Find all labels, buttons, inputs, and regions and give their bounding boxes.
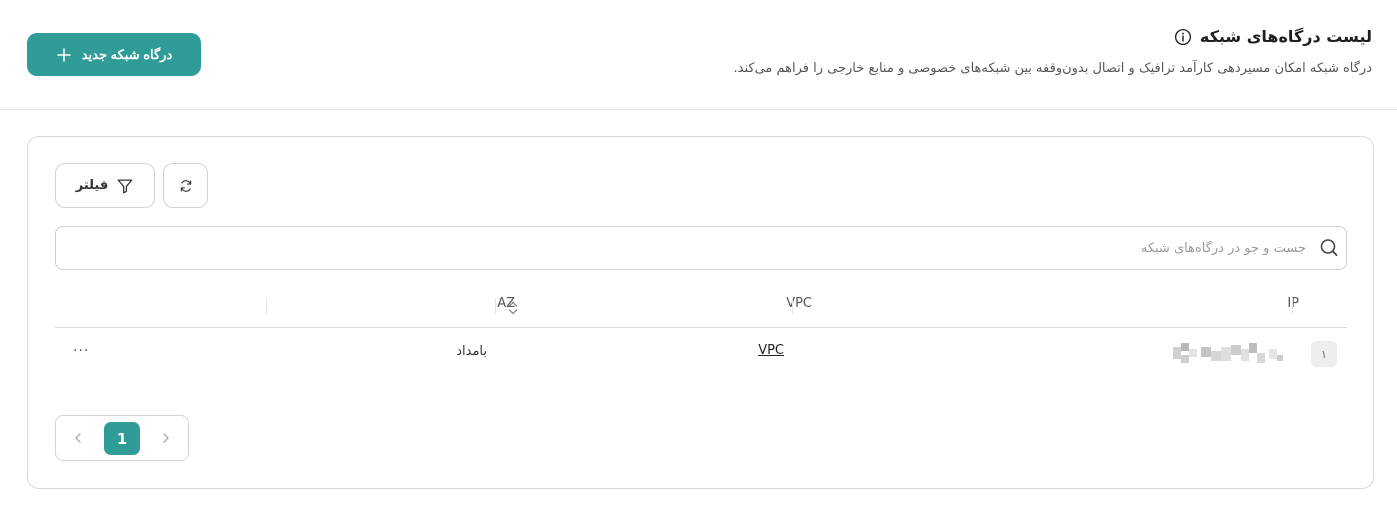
column-separator [792, 298, 793, 314]
az-value: بامداد [456, 344, 487, 359]
row-actions-button[interactable]: ... [73, 339, 89, 355]
column-separator [266, 298, 267, 314]
table-header: IP VPC AZ [55, 292, 1347, 328]
redacted-ip [1173, 343, 1283, 363]
vpc-link[interactable]: VPC [758, 343, 784, 358]
gateways-card: فیلتر IP VPC AZ ۱ [27, 136, 1374, 489]
page-button-current[interactable]: 1 [104, 422, 140, 455]
page-description: درگاه شبکه امکان مسیردهی کارآمد ترافیک و… [733, 61, 1373, 76]
page-title: لیست درگاه‌های شبکه [1199, 27, 1372, 46]
refresh-button[interactable] [163, 163, 208, 208]
search-box [55, 226, 1347, 270]
column-separator [495, 298, 496, 314]
title-row: لیست درگاه‌های شبکه [1174, 27, 1372, 46]
page-header: لیست درگاه‌های شبکه درگاه شبکه امکان مسی… [0, 0, 1397, 110]
column-separator [1292, 298, 1293, 314]
filter-button[interactable]: فیلتر [55, 163, 155, 208]
search-icon [1320, 239, 1338, 256]
column-header-vpc[interactable]: VPC [786, 296, 812, 311]
plus-icon [56, 47, 71, 62]
row-index: ۱ [1311, 341, 1337, 367]
pagination: 1 [55, 415, 189, 461]
info-icon[interactable] [1174, 28, 1192, 46]
search-input[interactable] [106, 227, 1306, 269]
filter-button-label: فیلتر [75, 178, 109, 193]
new-gateway-button-label: درگاه شبکه جدید [81, 46, 173, 62]
sort-icon[interactable] [507, 300, 519, 316]
chevron-right-icon[interactable] [158, 430, 174, 446]
new-gateway-button[interactable]: درگاه شبکه جدید [27, 33, 201, 76]
table-row[interactable]: ۱ VPC بامداد ... [55, 329, 1347, 377]
chevron-left-icon[interactable] [70, 430, 86, 446]
column-header-ip[interactable]: IP [1287, 296, 1299, 311]
refresh-icon [180, 179, 191, 192]
funnel-icon [117, 179, 133, 193]
